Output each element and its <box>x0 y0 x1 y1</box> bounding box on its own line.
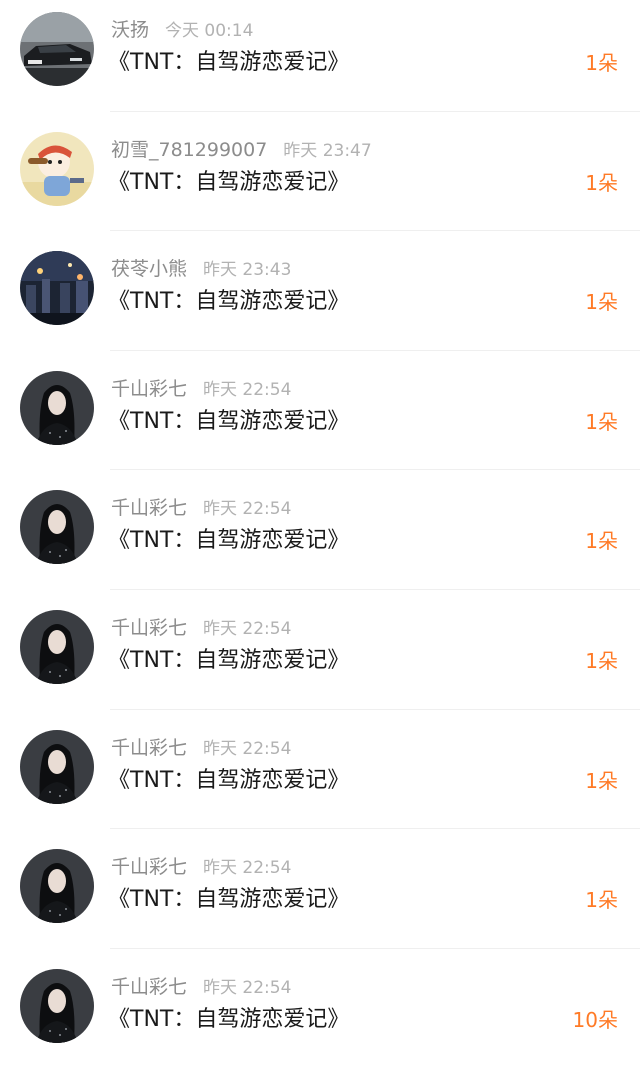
item-meta: 千山彩七 昨天 22:54 <box>111 375 291 403</box>
flower-count: 1朵 <box>585 529 618 554</box>
list-item[interactable]: 千山彩七 昨天 22:54 《TNT：自驾游恋爱记》 1朵 <box>0 829 640 949</box>
username[interactable]: 初雪_781299007 <box>111 139 267 161</box>
work-title[interactable]: 《TNT：自驾游恋爱记》 <box>108 765 349 797</box>
item-meta: 千山彩七 昨天 22:54 <box>111 853 291 881</box>
item-meta: 沃扬 今天 00:14 <box>111 16 253 44</box>
username[interactable]: 千山彩七 <box>111 976 187 998</box>
avatar[interactable] <box>20 251 94 326</box>
night-city-avatar-image <box>20 251 94 326</box>
timestamp: 昨天 22:54 <box>203 858 292 879</box>
timestamp: 昨天 22:54 <box>203 379 292 400</box>
flower-count: 1朵 <box>585 648 618 673</box>
timestamp: 昨天 22:54 <box>203 499 292 520</box>
username[interactable]: 千山彩七 <box>111 378 187 400</box>
list-item[interactable]: 千山彩七 昨天 22:54 《TNT：自驾游恋爱记》 1朵 <box>0 351 640 471</box>
item-meta: 千山彩七 昨天 22:54 <box>111 494 291 522</box>
work-title[interactable]: 《TNT：自驾游恋爱记》 <box>108 47 349 79</box>
flower-count: 1朵 <box>585 170 618 195</box>
avatar[interactable] <box>20 729 94 804</box>
avatar[interactable] <box>20 490 94 565</box>
timestamp: 今天 00:14 <box>165 21 254 41</box>
avatar[interactable] <box>20 609 94 684</box>
avatar[interactable] <box>20 370 94 445</box>
work-title[interactable]: 《TNT：自驾游恋爱记》 <box>108 167 349 199</box>
list-item[interactable]: 千山彩七 昨天 22:54 《TNT：自驾游恋爱记》 1朵 <box>0 590 640 710</box>
timestamp: 昨天 22:54 <box>203 618 292 639</box>
item-meta: 初雪_781299007 昨天 23:47 <box>111 136 372 164</box>
avatar[interactable] <box>20 849 94 924</box>
portrait-avatar-image <box>20 370 94 445</box>
portrait-avatar-image <box>20 609 94 684</box>
work-title[interactable]: 《TNT：自驾游恋爱记》 <box>108 406 349 438</box>
cartoon-avatar-image <box>20 131 94 206</box>
flower-count: 1朵 <box>585 51 618 75</box>
portrait-avatar-image <box>20 729 94 804</box>
item-meta: 千山彩七 昨天 22:54 <box>111 973 291 1001</box>
username[interactable]: 千山彩七 <box>111 617 187 639</box>
flower-count: 1朵 <box>585 888 618 913</box>
username[interactable]: 茯苓小熊 <box>111 258 187 280</box>
portrait-avatar-image <box>20 968 94 1043</box>
work-title[interactable]: 《TNT：自驾游恋爱记》 <box>108 884 349 916</box>
gift-record-list: 沃扬 今天 00:14 《TNT：自驾游恋爱记》 1朵 初雪_781299007 昨… <box>0 0 640 1068</box>
work-title[interactable]: 《TNT：自驾游恋爱记》 <box>108 286 349 318</box>
avatar[interactable] <box>20 12 94 86</box>
list-item[interactable]: 千山彩七 昨天 22:54 《TNT：自驾游恋爱记》 10朵 <box>0 949 640 1068</box>
list-item[interactable]: 茯苓小熊 昨天 23:43 《TNT：自驾游恋爱记》 1朵 <box>0 231 640 351</box>
avatar[interactable] <box>20 131 94 206</box>
work-title[interactable]: 《TNT：自驾游恋爱记》 <box>108 645 349 677</box>
list-item[interactable]: 千山彩七 昨天 22:54 《TNT：自驾游恋爱记》 1朵 <box>0 470 640 590</box>
timestamp: 昨天 22:54 <box>203 977 292 998</box>
avatar[interactable] <box>20 968 94 1043</box>
timestamp: 昨天 23:43 <box>203 260 292 281</box>
car-avatar-image <box>20 12 94 86</box>
item-meta: 千山彩七 昨天 22:54 <box>111 614 291 642</box>
flower-count: 1朵 <box>585 768 618 793</box>
list-item[interactable]: 沃扬 今天 00:14 《TNT：自驾游恋爱记》 1朵 <box>0 0 640 112</box>
portrait-avatar-image <box>20 849 94 924</box>
flower-count: 1朵 <box>585 409 618 434</box>
portrait-avatar-image <box>20 490 94 565</box>
work-title[interactable]: 《TNT：自驾游恋爱记》 <box>108 525 349 557</box>
flower-count: 1朵 <box>585 290 618 315</box>
item-meta: 千山彩七 昨天 22:54 <box>111 734 291 762</box>
timestamp: 昨天 22:54 <box>203 738 292 759</box>
username[interactable]: 千山彩七 <box>111 737 187 759</box>
username[interactable]: 千山彩七 <box>111 856 187 878</box>
list-item[interactable]: 初雪_781299007 昨天 23:47 《TNT：自驾游恋爱记》 1朵 <box>0 112 640 232</box>
username[interactable]: 沃扬 <box>111 19 149 41</box>
timestamp: 昨天 23:47 <box>283 140 372 161</box>
username[interactable]: 千山彩七 <box>111 497 187 519</box>
item-meta: 茯苓小熊 昨天 23:43 <box>111 255 291 283</box>
work-title[interactable]: 《TNT：自驾游恋爱记》 <box>108 1004 349 1036</box>
flower-count: 10朵 <box>572 1007 618 1032</box>
list-item[interactable]: 千山彩七 昨天 22:54 《TNT：自驾游恋爱记》 1朵 <box>0 710 640 830</box>
